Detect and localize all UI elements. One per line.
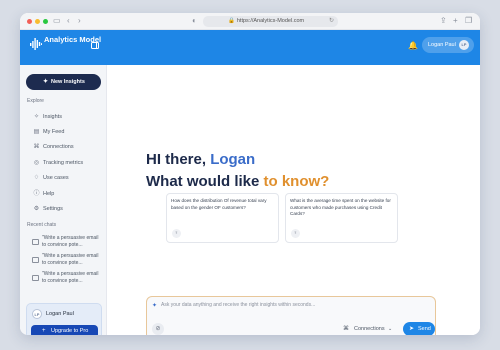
sparkle-icon: ✦ xyxy=(43,79,49,85)
user-card: LP Logan Paul + Upgrade to Pro xyxy=(26,303,102,335)
sidebar-item-use-cases[interactable]: ♢ Use cases xyxy=(33,173,103,183)
tabs-overview-icon[interactable]: ❐ xyxy=(465,16,472,26)
help-icon: ⓘ xyxy=(33,191,40,197)
send-button[interactable]: ➤ Send xyxy=(403,322,435,335)
upgrade-label: Upgrade to Pro xyxy=(51,328,89,334)
suggestion-text: How does the distribution Of revenue tot… xyxy=(171,198,267,210)
user-name: Logan Paul xyxy=(428,42,456,48)
chevron-down-icon: ⌄ xyxy=(388,326,393,332)
reload-icon[interactable]: ↻ xyxy=(329,16,334,27)
sidebar-item-label: Connections xyxy=(43,144,74,150)
sidebar-item-settings[interactable]: ⚙ Settings xyxy=(33,204,103,214)
new-insights-button[interactable]: ✦ New Insights xyxy=(26,74,101,90)
sidebar-item-label: Tracking metrics xyxy=(43,160,84,166)
recent-chat-label: "Write a persuasive email to convince po… xyxy=(42,271,99,284)
send-label: Send xyxy=(418,326,431,332)
connections-icon: ⌘ xyxy=(33,144,40,150)
user-menu-button[interactable]: Logan Paul LP xyxy=(422,37,474,53)
close-window-button[interactable] xyxy=(27,19,32,24)
lightbulb-icon: ♢ xyxy=(33,175,40,181)
sidebar-item-label: Insights xyxy=(43,114,62,120)
forward-icon[interactable]: › xyxy=(78,16,81,26)
question-prefix: What would like xyxy=(146,173,260,190)
greeting: HI there, Logan xyxy=(146,151,255,169)
lock-icon: 🔒 xyxy=(228,18,235,24)
app-header: Analytics Model 🔔 Logan Paul LP xyxy=(20,30,480,65)
greeting-prefix: HI there, xyxy=(146,151,207,168)
back-icon[interactable]: ‹ xyxy=(67,16,70,26)
sidebar-item-label: Settings xyxy=(43,206,63,212)
user-name: Logan Paul xyxy=(46,311,74,317)
maximize-window-button[interactable] xyxy=(43,19,48,24)
tracking-icon: ◎ xyxy=(33,160,40,166)
sidebar: ✦ New Insights Explore ✧ Insights ▤ My F… xyxy=(20,65,107,335)
url-text: https://Analytics-Model.com xyxy=(236,18,305,24)
chat-bubble-icon xyxy=(32,257,39,263)
send-icon: ➤ xyxy=(409,326,415,332)
question-heading: What would like to know? xyxy=(146,173,329,191)
sparkle-icon: ✧ xyxy=(33,114,40,120)
shield-icon: ◐ xyxy=(192,16,197,25)
main-content: HI there, Logan What would like to know?… xyxy=(107,65,480,335)
attach-icon[interactable]: ⊘ xyxy=(152,323,164,335)
app-window: ▭ ‹ › ◐ 🔒 https://Analytics-Model.com ↻ … xyxy=(20,13,480,335)
sidebar-item-label: My Feed xyxy=(43,129,65,135)
lightbulb-icon: ♀ xyxy=(172,229,181,238)
avatar: LP xyxy=(459,40,469,50)
lightbulb-icon: ♀ xyxy=(291,229,300,238)
browser-toolbar: ▭ ‹ › ◐ 🔒 https://Analytics-Model.com ↻ … xyxy=(20,13,480,30)
new-insights-label: New Insights xyxy=(51,79,85,85)
sidebar-item-connections[interactable]: ⌘ Connections xyxy=(33,142,103,152)
sidebar-item-insights[interactable]: ✧ Insights xyxy=(33,112,103,122)
recent-chat-label: "Write a persuasive email to convince po… xyxy=(42,235,99,248)
explore-heading: Explore xyxy=(27,98,44,104)
connections-label: Connections xyxy=(354,326,385,332)
suggestion-text: What is the average time spent on the we… xyxy=(290,198,391,216)
feed-icon: ▤ xyxy=(33,129,40,135)
suggestion-card[interactable]: How does the distribution Of revenue tot… xyxy=(166,193,279,243)
sparkle-icon: ✦ xyxy=(152,303,158,309)
sidebar-item-help[interactable]: ⓘ Help xyxy=(33,189,103,199)
share-icon[interactable]: ⇪ xyxy=(440,16,447,26)
sidebar-item-tracking-metrics[interactable]: ◎ Tracking metrics xyxy=(33,158,103,168)
chat-bubble-icon xyxy=(32,275,39,281)
question-highlight: to know? xyxy=(263,173,330,190)
avatar: LP xyxy=(32,309,42,319)
plus-icon: + xyxy=(42,328,46,334)
suggestion-card[interactable]: What is the average time spent on the we… xyxy=(285,193,398,243)
chat-input-box: ✦ Ask your data anything and receive the… xyxy=(146,296,436,335)
address-bar[interactable]: 🔒 https://Analytics-Model.com ↻ xyxy=(203,16,338,27)
recent-chat-label: "Write a persuasive email to convince po… xyxy=(42,253,99,266)
upgrade-button[interactable]: + Upgrade to Pro xyxy=(31,325,98,335)
gear-icon: ⚙ xyxy=(33,206,40,212)
logo-icon xyxy=(30,38,42,50)
minimize-window-button[interactable] xyxy=(35,19,40,24)
notification-bell-icon[interactable]: 🔔 xyxy=(408,41,418,50)
toggle-sidebar-icon[interactable] xyxy=(91,42,99,49)
connections-icon: ⌘ xyxy=(343,326,349,332)
sidebar-toggle-icon[interactable]: ▭ xyxy=(53,16,61,26)
connections-dropdown[interactable]: ⌘ Connections ⌄ xyxy=(339,324,399,335)
sidebar-item-label: Help xyxy=(43,191,55,197)
greeting-name: Logan xyxy=(210,151,256,168)
sidebar-item-my-feed[interactable]: ▤ My Feed xyxy=(33,127,103,137)
chat-input[interactable]: Ask your data anything and receive the r… xyxy=(161,301,315,310)
sidebar-item-label: Use cases xyxy=(43,175,69,181)
recent-chats-heading: Recent chats xyxy=(27,222,57,228)
chat-bubble-icon xyxy=(32,239,39,245)
new-tab-icon[interactable]: + xyxy=(453,16,458,26)
